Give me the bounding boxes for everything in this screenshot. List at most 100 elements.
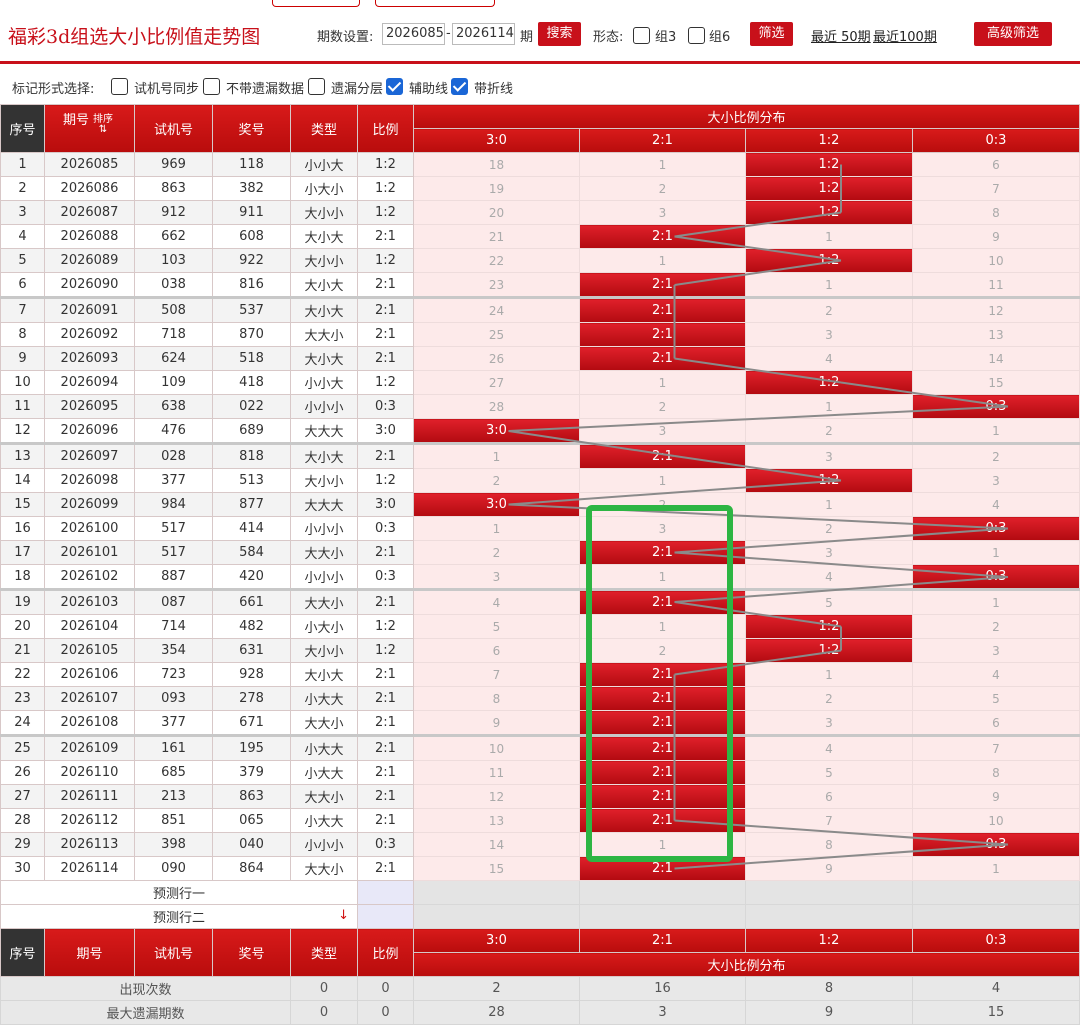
omit-layer-label: 遗漏分层 [331,82,384,97]
no-omit-data-checkbox[interactable] [203,78,220,95]
row-issue: 2026094 [44,370,135,395]
row-seq: 6 [0,272,45,298]
dist-col-21: 2:1 [579,128,746,153]
footer-dist-col-03: 0:3 [912,928,1080,953]
row-seq: 23 [0,686,45,711]
dist-hit-cell: 2:1 [579,686,746,711]
recent-100-link[interactable]: 最近100期 [873,26,937,45]
row-trial: 087 [134,588,213,615]
recent-50-link[interactable]: 最近 50期 [811,26,871,45]
arrow-down-icon[interactable]: ↓ [338,908,349,923]
row-trial: 028 [134,442,213,469]
predict-cell[interactable] [413,904,580,929]
dist-omit-cell: 7 [912,734,1080,761]
sort-control[interactable]: 排序 ⇅ [93,115,113,135]
row-seq: 3 [0,200,45,225]
period-from-input[interactable]: 2026085 [382,23,445,45]
row-type: 大大大 [290,418,358,444]
advanced-filter-button[interactable]: 高级筛选 [974,22,1052,46]
tab-stub-1[interactable] [272,0,360,7]
stat-value: 28 [413,1000,580,1025]
row-trial: 109 [134,370,213,395]
predict-cell[interactable] [579,904,746,929]
row-seq: 26 [0,760,45,785]
table-row: 4 2026088 662 608 大小大 2:1 21 2:1 1 9 [0,224,1080,249]
filter-button[interactable]: 筛选 [750,22,793,46]
sort-arrows-icon[interactable]: ⇅ [99,124,107,135]
dist-omit-cell: 2 [413,540,580,565]
dist-omit-cell: 1 [579,468,746,493]
trial-sync-checkbox[interactable] [111,78,128,95]
row-type: 大大小 [290,710,358,736]
row-seq: 11 [0,394,45,419]
col-header-issue[interactable]: 期号 排序 ⇅ [44,104,135,153]
footer-header-award: 奖号 [212,928,291,977]
dist-omit-cell: 2 [413,468,580,493]
dist-omit-cell: 4 [745,346,913,371]
dist-omit-cell: 9 [912,784,1080,809]
guide-line-checkbox[interactable] [386,78,403,95]
row-award: 118 [212,152,291,177]
dist-hit-cell: 2:1 [579,662,746,687]
row-type: 小小小 [290,832,358,857]
dist-omit-cell: 1 [413,516,580,541]
dist-hit-cell: 3:0 [413,418,580,444]
row-award: 870 [212,322,291,347]
predict-cell[interactable] [912,904,1080,929]
dist-omit-cell: 7 [745,808,913,833]
row-award: 040 [212,832,291,857]
predict-cell[interactable] [579,880,746,905]
dist-omit-cell: 6 [912,710,1080,736]
predict-cell[interactable] [413,880,580,905]
row-award: 414 [212,516,291,541]
no-omit-data-label: 不带遗漏数据 [226,82,305,97]
predict-row-1-input[interactable] [357,880,414,905]
stat-value: 16 [579,976,746,1001]
row-trial: 517 [134,516,213,541]
stat-ratio: 0 [357,1000,414,1025]
row-award: 689 [212,418,291,444]
row-ratio: 2:1 [357,662,414,687]
dist-omit-cell: 12 [413,784,580,809]
row-issue: 2026093 [44,346,135,371]
polyline-checkbox[interactable] [451,78,468,95]
predict-cell[interactable] [745,880,913,905]
dist-omit-cell: 1 [745,492,913,517]
predict-cell[interactable] [912,880,1080,905]
stat-row: 出现次数 0 0 2 16 8 4 [0,976,1080,1001]
dist-hit-cell: 1:2 [745,248,913,273]
row-type: 小小小 [290,394,358,419]
predict-cell[interactable] [745,904,913,929]
table-row: 23 2026107 093 278 小大大 2:1 8 2:1 2 5 [0,686,1080,711]
dist-omit-cell: 4 [413,588,580,615]
stat-ratio: 0 [357,976,414,1001]
row-trial: 508 [134,296,213,323]
dist-omit-cell: 1 [912,418,1080,444]
omit-layer-checkbox[interactable] [308,78,325,95]
row-award: 608 [212,224,291,249]
row-ratio: 2:1 [357,540,414,565]
group3-checkbox[interactable] [633,27,650,44]
period-to-input[interactable]: 2026114 [452,23,515,45]
row-trial: 624 [134,346,213,371]
predict-row-2-label: 预测行二 ↓ [0,904,358,929]
row-ratio: 1:2 [357,176,414,201]
period-dash: - [446,26,451,41]
row-seq: 1 [0,152,45,177]
tab-stub-2[interactable] [375,0,495,7]
search-button[interactable]: 搜索 [538,22,581,46]
dist-hit-cell: 2:1 [579,856,746,881]
group6-label: 组6 [709,30,731,45]
row-type: 大小大 [290,224,358,249]
table-row: 25 2026109 161 195 小大大 2:1 10 2:1 4 7 [0,734,1080,761]
row-issue: 2026099 [44,492,135,517]
group6-checkbox[interactable] [688,27,705,44]
row-trial: 714 [134,614,213,639]
predict-row-2-input[interactable] [357,904,414,929]
predict-row-1-label: 预测行一 [0,880,358,905]
row-ratio: 2:1 [357,588,414,615]
table-row: 6 2026090 038 816 大小大 2:1 23 2:1 1 11 [0,272,1080,298]
row-ratio: 0:3 [357,564,414,590]
dist-omit-cell: 3 [912,638,1080,663]
dist-omit-cell: 7 [413,662,580,687]
